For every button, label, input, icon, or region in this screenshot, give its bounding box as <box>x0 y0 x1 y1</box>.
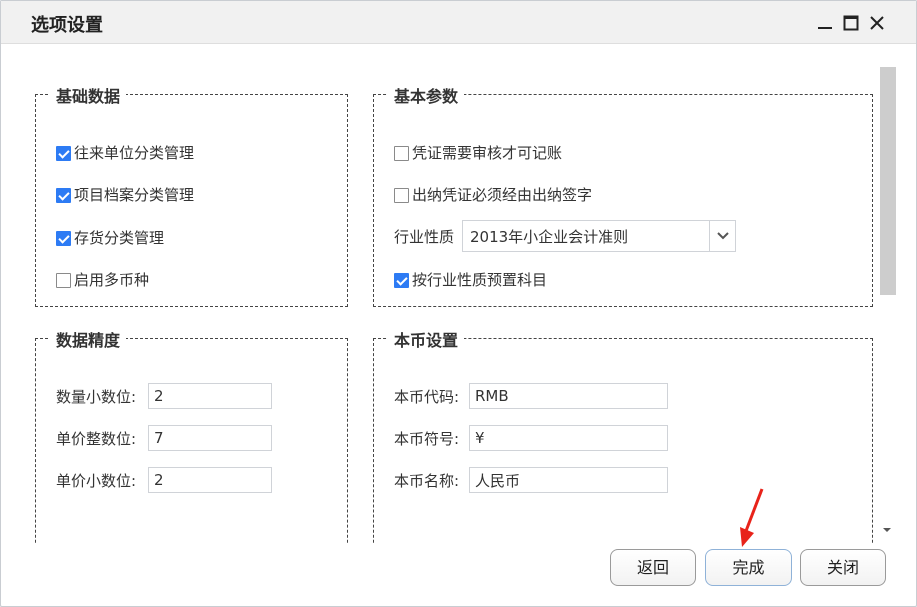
chevron-down-icon[interactable] <box>709 221 735 251</box>
basic-data-legend: 基础数据 <box>50 83 127 107</box>
price-decimal-input[interactable] <box>148 467 272 493</box>
checkbox-label: 凭证需要审核才可记账 <box>412 144 563 162</box>
checkbox-icon[interactable] <box>56 230 71 246</box>
industry-label: 行业性质 <box>394 227 455 246</box>
currency-symbol-input[interactable] <box>469 425 668 451</box>
finish-button[interactable]: 完成 <box>705 549 792 586</box>
dialog-title: 选项设置 <box>31 15 103 36</box>
scrollbar-thumb[interactable] <box>880 67 896 295</box>
annotation-arrow-icon <box>740 488 764 547</box>
scroll-down-arrow-icon[interactable] <box>881 525 893 535</box>
currency-group: 本币设置 本币代码: 本币符号: 本币名称: <box>373 327 873 544</box>
checkbox-icon[interactable] <box>394 145 409 161</box>
industry-row: 行业性质 2013年小企业会计准则 <box>394 220 736 252</box>
checkbox-multi-currency[interactable]: 启用多币种 <box>56 270 149 290</box>
industry-select-value: 2013年小企业会计准则 <box>470 227 629 246</box>
basic-params-group: 基本参数 凭证需要审核才可记账 出纳凭证必须经由出纳签字 行业性质 2013年小… <box>373 83 873 307</box>
industry-select[interactable]: 2013年小企业会计准则 <box>462 220 736 252</box>
qty-decimal-label: 数量小数位: <box>56 387 137 406</box>
options-dialog: 选项设置 基础数据 往来单位分类管理 项目档案分类管理 存货分类管理 启用多币种… <box>0 0 917 607</box>
currency-code-label: 本币代码: <box>394 387 460 406</box>
currency-legend: 本币设置 <box>388 327 465 351</box>
currency-name-row: 本币名称: <box>394 467 668 493</box>
checkbox-inventory-category[interactable]: 存货分类管理 <box>56 228 164 248</box>
checkbox-label: 按行业性质预置科目 <box>412 271 548 289</box>
close-icon[interactable] <box>867 13 887 33</box>
price-integer-label: 单价整数位: <box>56 429 137 448</box>
checkbox-label: 启用多币种 <box>74 271 150 289</box>
minimize-icon[interactable] <box>815 13 835 33</box>
precision-legend: 数据精度 <box>50 327 127 351</box>
checkbox-project-category[interactable]: 项目档案分类管理 <box>56 185 194 205</box>
title-bar: 选项设置 <box>1 1 916 44</box>
currency-symbol-row: 本币符号: <box>394 425 668 451</box>
currency-name-label: 本币名称: <box>394 471 460 490</box>
qty-decimal-input[interactable] <box>148 383 272 409</box>
dialog-content: 基础数据 往来单位分类管理 项目档案分类管理 存货分类管理 启用多币种 基本参数 <box>1 44 875 544</box>
basic-params-legend: 基本参数 <box>388 83 465 107</box>
checkbox-icon[interactable] <box>394 272 409 288</box>
checkbox-icon[interactable] <box>56 272 71 288</box>
checkbox-icon[interactable] <box>56 187 71 203</box>
checkbox-label: 往来单位分类管理 <box>74 144 195 162</box>
currency-code-input[interactable] <box>469 383 668 409</box>
precision-qty-row: 数量小数位: <box>56 383 272 409</box>
currency-symbol-label: 本币符号: <box>394 429 460 448</box>
price-integer-input[interactable] <box>148 425 272 451</box>
checkbox-preset-accounts[interactable]: 按行业性质预置科目 <box>394 270 547 290</box>
back-button[interactable]: 返回 <box>610 549 696 586</box>
price-decimal-label: 单价小数位: <box>56 471 137 490</box>
checkbox-partner-category[interactable]: 往来单位分类管理 <box>56 143 194 163</box>
checkbox-cashier-sign[interactable]: 出纳凭证必须经由出纳签字 <box>394 185 592 205</box>
precision-price-dec-row: 单价小数位: <box>56 467 272 493</box>
precision-price-int-row: 单价整数位: <box>56 425 272 451</box>
vertical-scrollbar[interactable] <box>877 60 897 542</box>
maximize-icon[interactable] <box>841 13 861 33</box>
currency-name-input[interactable] <box>469 467 668 493</box>
close-button[interactable]: 关闭 <box>800 549 886 586</box>
checkbox-label: 出纳凭证必须经由出纳签字 <box>412 186 593 204</box>
checkbox-label: 存货分类管理 <box>74 229 165 247</box>
checkbox-icon[interactable] <box>394 187 409 203</box>
checkbox-label: 项目档案分类管理 <box>74 186 195 204</box>
precision-group: 数据精度 数量小数位: 单价整数位: 单价小数位: <box>35 327 348 544</box>
checkbox-icon[interactable] <box>56 145 71 161</box>
basic-data-group: 基础数据 往来单位分类管理 项目档案分类管理 存货分类管理 启用多币种 <box>35 83 348 307</box>
currency-code-row: 本币代码: <box>394 383 668 409</box>
checkbox-voucher-audit[interactable]: 凭证需要审核才可记账 <box>394 143 562 163</box>
